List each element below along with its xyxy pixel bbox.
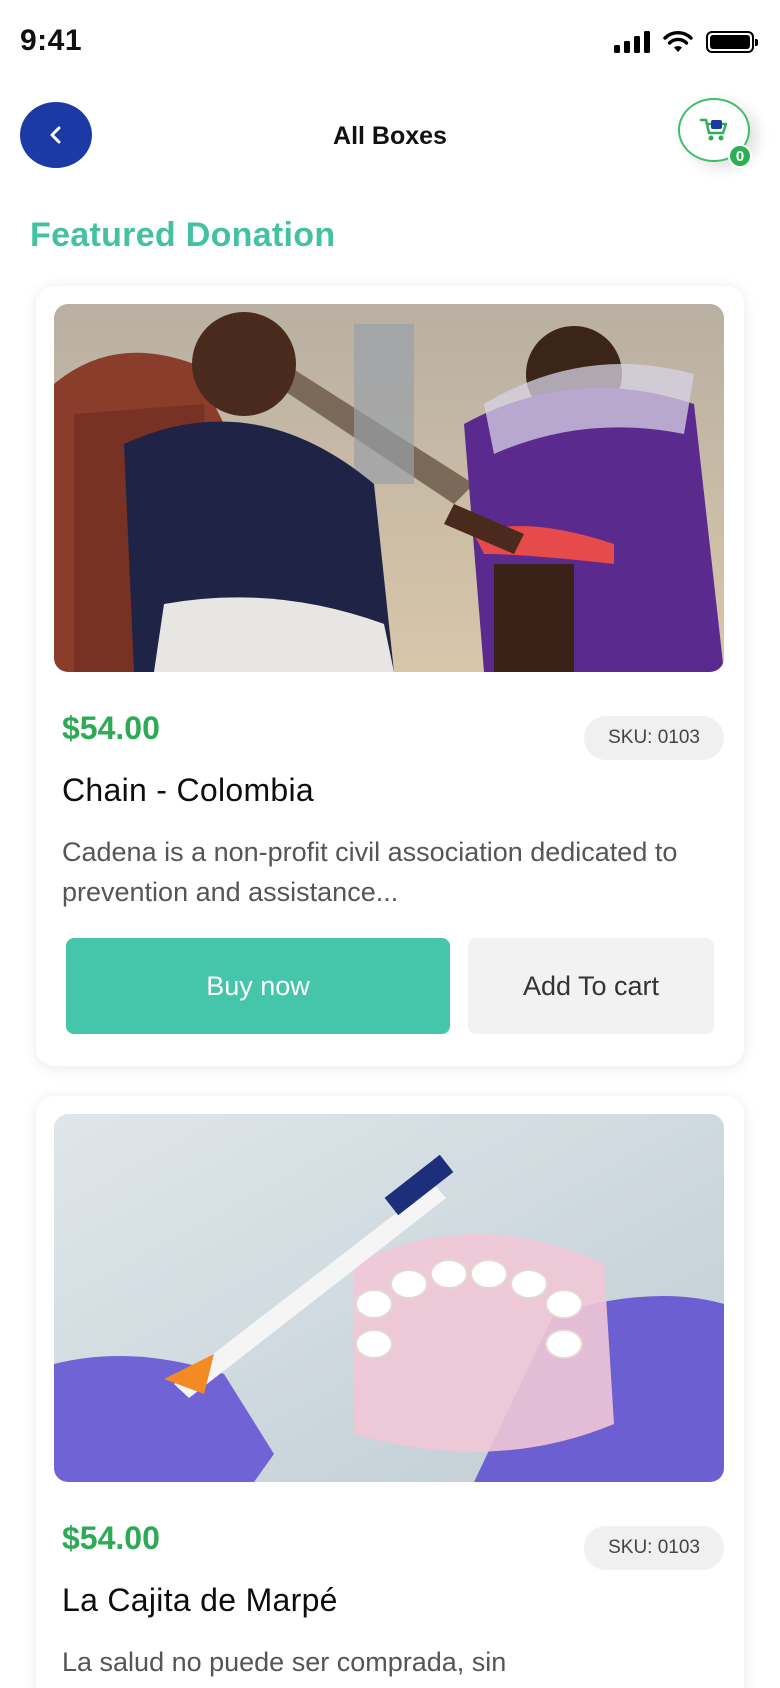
battery-icon (706, 31, 758, 53)
cart-button[interactable]: 0 (678, 98, 752, 168)
section-title: Featured Donation (30, 216, 336, 254)
product-card[interactable]: $54.00 SKU: 0103 Chain - Colombia Cadena… (36, 286, 744, 1066)
wifi-icon (663, 31, 693, 52)
product-name: Chain - Colombia (62, 772, 315, 808)
shopping-cart-icon (699, 118, 728, 141)
page-title: All Boxes (333, 122, 447, 150)
product-card[interactable]: $54.00 SKU: 0103 La Cajita de Marpé La s… (36, 1096, 744, 1688)
product-description: La salud no puede ser comprada, sin (62, 1647, 507, 1677)
sku-badge: SKU: 0103 (584, 1526, 724, 1570)
header: All Boxes 0 (0, 96, 780, 176)
status-time: 9:41 (20, 24, 83, 57)
product-price: $54.00 (62, 1520, 160, 1556)
product-image (54, 1114, 724, 1482)
sku-badge: SKU: 0103 (584, 716, 724, 760)
add-to-cart-button[interactable]: Add To cart (468, 938, 714, 1034)
cart-count-badge: 0 (728, 144, 752, 168)
product-description: Cadena is a non-profit civil association… (62, 837, 678, 907)
product-image (54, 304, 724, 672)
product-name: La Cajita de Marpé (62, 1582, 338, 1618)
buy-now-button[interactable]: Buy now (66, 938, 450, 1034)
status-icons (614, 30, 758, 54)
product-price: $54.00 (62, 710, 160, 746)
status-bar: 9:41 (0, 0, 780, 84)
signal-icon (614, 31, 650, 53)
